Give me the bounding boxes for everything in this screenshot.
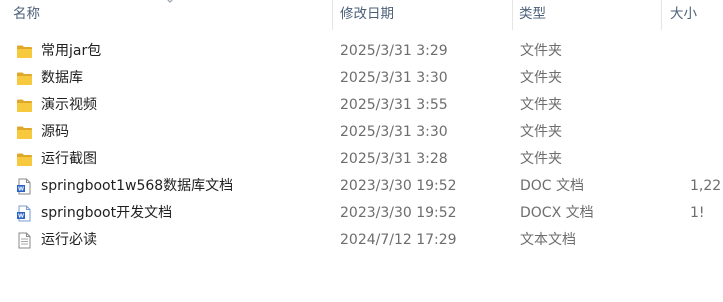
- file-type: 文件夹: [520, 97, 562, 113]
- file-size: 1!: [690, 205, 705, 221]
- file-row[interactable]: 源码 2025/3/31 3:30 文件夹: [0, 119, 723, 146]
- file-row[interactable]: W springboot开发文档 2023/3/30 19:52 DOCX 文档…: [0, 200, 723, 227]
- file-type: 文件夹: [520, 70, 562, 86]
- file-row[interactable]: 数据库 2025/3/31 3:30 文件夹: [0, 65, 723, 92]
- file-type: 文件夹: [520, 151, 562, 167]
- file-row[interactable]: 常用jar包 2025/3/31 3:29 文件夹: [0, 38, 723, 65]
- word-doc-icon: W: [17, 178, 31, 195]
- svg-text:W: W: [18, 187, 24, 193]
- folder-icon: [17, 153, 32, 166]
- file-row[interactable]: 运行必读 2024/7/12 17:29 文本文档: [0, 227, 723, 254]
- file-date: 2025/3/31 3:30: [340, 124, 448, 140]
- file-type: 文件夹: [520, 43, 562, 59]
- file-type: DOC 文档: [520, 178, 585, 194]
- folder-icon: [17, 126, 32, 139]
- word-docx-icon: W: [17, 205, 31, 222]
- file-type: 文本文档: [520, 232, 576, 248]
- file-date: 2024/7/12 17:29: [340, 232, 457, 248]
- folder-icon: [17, 45, 32, 58]
- file-date: 2025/3/31 3:30: [340, 70, 448, 86]
- svg-text:W: W: [18, 214, 24, 220]
- folder-icon: [17, 99, 32, 112]
- file-name: 数据库: [41, 70, 83, 86]
- file-name: 常用jar包: [41, 43, 102, 59]
- file-date: 2023/3/30 19:52: [340, 178, 457, 194]
- file-name: 运行必读: [41, 232, 97, 248]
- file-date: 2025/3/31 3:29: [340, 43, 448, 59]
- column-header-date[interactable]: 修改日期: [340, 0, 394, 30]
- file-type: DOCX 文档: [520, 205, 594, 221]
- file-name: 演示视频: [41, 97, 97, 113]
- file-name: springboot开发文档: [41, 205, 173, 221]
- file-list: 常用jar包 2025/3/31 3:29 文件夹 数据库 2025/3/31 …: [0, 38, 723, 254]
- column-header-name[interactable]: 名称: [13, 0, 40, 30]
- file-type: 文件夹: [520, 124, 562, 140]
- column-divider[interactable]: [332, 0, 333, 30]
- file-name: 运行截图: [41, 151, 97, 167]
- file-date: 2025/3/31 3:55: [340, 97, 448, 113]
- file-row[interactable]: 演示视频 2025/3/31 3:55 文件夹: [0, 92, 723, 119]
- file-name: springboot1w568数据库文档: [41, 178, 234, 194]
- column-header-bar: 名称 修改日期 类型 大小: [0, 0, 723, 30]
- sort-arrow-icon: [167, 0, 173, 3]
- column-divider[interactable]: [512, 0, 513, 30]
- file-row[interactable]: W springboot1w568数据库文档 2023/3/30 19:52 D…: [0, 173, 723, 200]
- file-size: 1,22: [690, 178, 722, 194]
- file-name: 源码: [41, 124, 69, 140]
- column-header-type[interactable]: 类型: [519, 0, 546, 30]
- text-file-icon: [18, 232, 31, 249]
- file-date: 2025/3/31 3:28: [340, 151, 448, 167]
- file-date: 2023/3/30 19:52: [340, 205, 457, 221]
- folder-icon: [17, 72, 32, 85]
- column-divider[interactable]: [661, 0, 662, 30]
- file-row[interactable]: 运行截图 2025/3/31 3:28 文件夹: [0, 146, 723, 173]
- column-header-size[interactable]: 大小: [670, 0, 697, 30]
